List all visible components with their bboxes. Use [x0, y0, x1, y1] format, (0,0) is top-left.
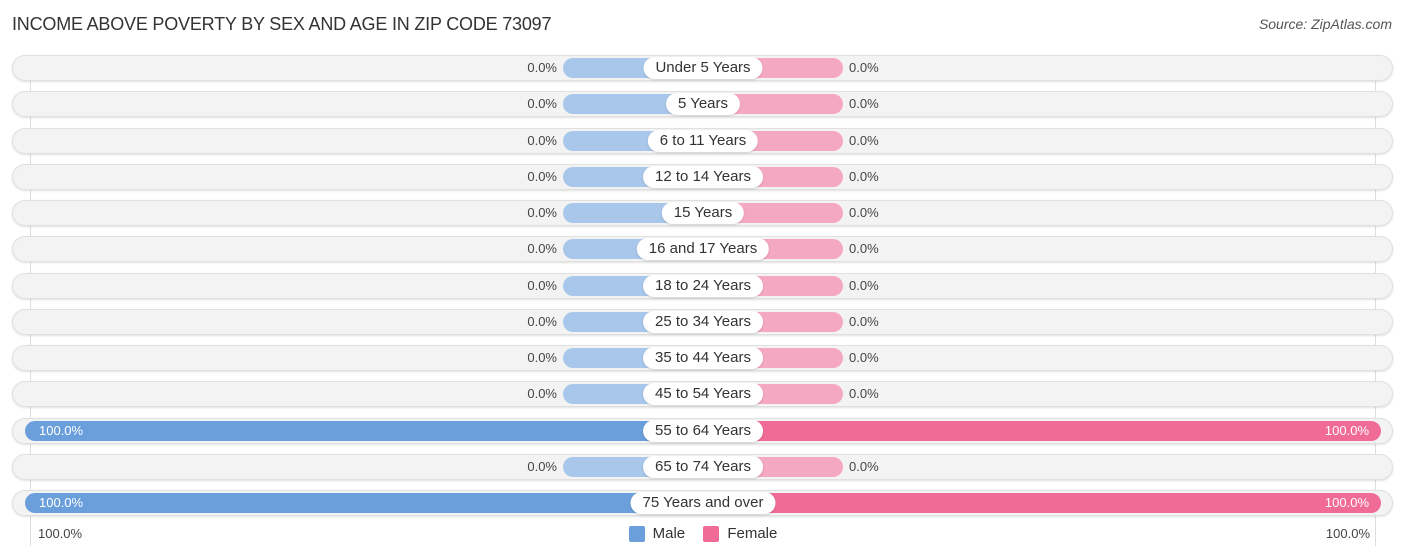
category-label: 65 to 74 Years — [643, 455, 763, 478]
legend-swatch-female — [703, 525, 720, 542]
value-label-male: 100.0% — [39, 495, 84, 510]
value-label-female: 0.0% — [849, 168, 879, 184]
value-label-male: 0.0% — [527, 277, 557, 293]
category-label: 75 Years and over — [630, 492, 776, 514]
bar-male — [25, 493, 703, 513]
value-label-male: 0.0% — [527, 458, 557, 474]
legend-swatch-male — [628, 525, 645, 542]
legend: Male Female — [0, 525, 1406, 546]
value-label-male: 0.0% — [527, 205, 557, 220]
value-label-male: 0.0% — [527, 350, 557, 365]
value-label-female: 100.0% — [1324, 495, 1369, 510]
value-label-male: 0.0% — [527, 168, 557, 184]
value-label-female: 0.0% — [849, 386, 879, 402]
value-label-female: 0.0% — [849, 96, 879, 112]
value-label-female: 0.0% — [849, 313, 879, 329]
value-label-male: 0.0% — [527, 96, 557, 112]
category-label: 55 to 64 Years — [643, 419, 763, 442]
bar-female — [703, 420, 1381, 441]
legend-item-male: Male — [628, 525, 686, 542]
value-label-male: 0.0% — [527, 313, 557, 329]
category-label: 6 to 11 Years — [647, 129, 759, 152]
value-label-male: 0.0% — [527, 60, 557, 75]
category-label: 5 Years — [665, 93, 741, 116]
value-label-female: 100.0% — [1324, 422, 1369, 438]
value-label-female: 0.0% — [849, 132, 879, 148]
category-label: 16 and 17 Years — [636, 238, 770, 261]
value-label-male: 0.0% — [527, 386, 557, 402]
category-label: 35 to 44 Years — [643, 347, 763, 369]
value-label-female: 0.0% — [849, 241, 879, 257]
value-label-female: 0.0% — [849, 205, 879, 220]
legend-item-female: Female — [703, 525, 777, 542]
category-label: 45 to 54 Years — [643, 383, 763, 406]
chart-rows: 0.0% 0.0% Under 5 Years 0.0% 0.0% 5 Years 0.0%… — [0, 0, 1406, 559]
legend-label-male: Male — [652, 525, 686, 542]
bar-male — [25, 420, 703, 441]
value-label-female: 0.0% — [849, 277, 879, 293]
category-label: 18 to 24 Years — [643, 274, 763, 297]
bar-female — [703, 493, 1381, 513]
category-label: Under 5 Years — [643, 57, 763, 79]
category-label: 25 to 34 Years — [643, 310, 763, 333]
legend-label-female: Female — [727, 525, 778, 542]
category-label: 12 to 14 Years — [643, 165, 763, 188]
value-label-female: 0.0% — [849, 458, 879, 474]
value-label-male: 0.0% — [527, 241, 557, 257]
value-label-male: 0.0% — [527, 132, 557, 148]
value-label-female: 0.0% — [849, 350, 879, 365]
category-label: 15 Years — [661, 202, 745, 224]
value-label-male: 100.0% — [39, 422, 84, 438]
value-label-female: 0.0% — [849, 60, 879, 75]
